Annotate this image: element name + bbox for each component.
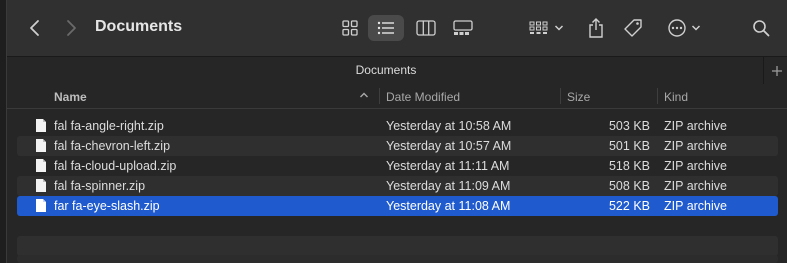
column-date-header[interactable]: Date Modified	[386, 90, 460, 104]
search-button[interactable]	[748, 15, 774, 41]
gallery-icon	[453, 20, 473, 35]
column-view-button[interactable]	[408, 15, 444, 41]
file-kind: ZIP archive	[664, 119, 727, 133]
toolbar: Documents	[7, 0, 787, 56]
search-icon	[753, 20, 770, 37]
ellipsis-circle-icon	[668, 19, 686, 37]
empty-row	[17, 236, 778, 256]
new-tab-button[interactable]	[763, 57, 787, 84]
list-view-button[interactable]	[368, 15, 404, 41]
chevron-down-icon	[691, 25, 701, 31]
file-list: fal fa-angle-right.zip Yesterday at 10:5…	[17, 116, 778, 256]
more-actions-button[interactable]	[663, 15, 705, 41]
list-icon	[377, 21, 394, 35]
file-kind: ZIP archive	[664, 199, 727, 213]
file-date: Yesterday at 11:11 AM	[386, 159, 510, 173]
file-row[interactable]: fal fa-cloud-upload.zip Yesterday at 11:…	[17, 156, 778, 176]
empty-row	[17, 255, 778, 263]
document-icon	[36, 179, 46, 192]
document-icon	[36, 199, 46, 212]
group-by-button[interactable]	[525, 15, 567, 41]
file-date: Yesterday at 11:08 AM	[386, 199, 511, 213]
icon-view-button[interactable]	[332, 15, 368, 41]
column-size-header[interactable]: Size	[567, 90, 590, 104]
file-size: 503 KB	[608, 119, 650, 133]
file-name: fal fa-chevron-left.zip	[54, 139, 171, 153]
columns-icon	[416, 20, 436, 36]
file-name: fal fa-spinner.zip	[54, 179, 146, 193]
back-button[interactable]	[23, 16, 47, 40]
file-size: 501 KB	[608, 139, 650, 153]
document-icon	[36, 139, 46, 152]
file-kind: ZIP archive	[664, 179, 727, 193]
grid-icon	[342, 20, 358, 36]
tab-documents[interactable]: Documents	[7, 63, 765, 77]
column-kind-header[interactable]: Kind	[664, 90, 688, 104]
file-size: 518 KB	[608, 159, 650, 173]
file-name: far fa-eye-slash.zip	[54, 199, 160, 213]
file-name: fal fa-cloud-upload.zip	[54, 159, 177, 173]
window-title: Documents	[95, 18, 183, 35]
file-row-selected[interactable]: far fa-eye-slash.zip Yesterday at 11:08 …	[17, 196, 778, 216]
forward-button[interactable]	[59, 16, 83, 40]
file-name: fal fa-angle-right.zip	[54, 119, 164, 133]
file-date: Yesterday at 11:09 AM	[386, 179, 511, 193]
chevron-left-icon	[30, 20, 39, 36]
file-date: Yesterday at 10:57 AM	[386, 139, 512, 153]
gallery-view-button[interactable]	[445, 15, 481, 41]
column-divider[interactable]	[560, 88, 561, 104]
file-date: Yesterday at 10:58 AM	[386, 119, 512, 133]
file-size: 508 KB	[608, 179, 650, 193]
file-kind: ZIP archive	[664, 159, 727, 173]
chevron-down-icon	[554, 25, 563, 31]
share-button[interactable]	[583, 14, 609, 42]
column-divider[interactable]	[657, 88, 658, 104]
plus-icon	[771, 65, 782, 76]
file-size: 522 KB	[608, 199, 650, 213]
column-divider[interactable]	[379, 88, 380, 104]
document-icon	[36, 159, 46, 172]
file-row[interactable]: fal fa-spinner.zip Yesterday at 11:09 AM…	[17, 176, 778, 196]
sort-ascending-icon	[360, 92, 368, 98]
finder-window: Documents Documents Name Date Modified S…	[6, 0, 787, 263]
document-icon	[36, 119, 46, 132]
tag-icon	[624, 19, 642, 37]
file-row[interactable]: fal fa-angle-right.zip Yesterday at 10:5…	[17, 116, 778, 136]
file-row[interactable]: fal fa-chevron-left.zip Yesterday at 10:…	[17, 136, 778, 156]
chevron-right-icon	[67, 20, 76, 36]
empty-row	[17, 216, 778, 236]
file-kind: ZIP archive	[664, 139, 727, 153]
group-grid-icon	[529, 21, 547, 34]
share-icon	[589, 18, 603, 38]
column-name-header[interactable]: Name	[54, 90, 87, 104]
tag-button[interactable]	[620, 14, 646, 42]
column-header: Name Date Modified Size Kind	[7, 84, 787, 109]
tab-bar: Documents	[7, 56, 787, 85]
